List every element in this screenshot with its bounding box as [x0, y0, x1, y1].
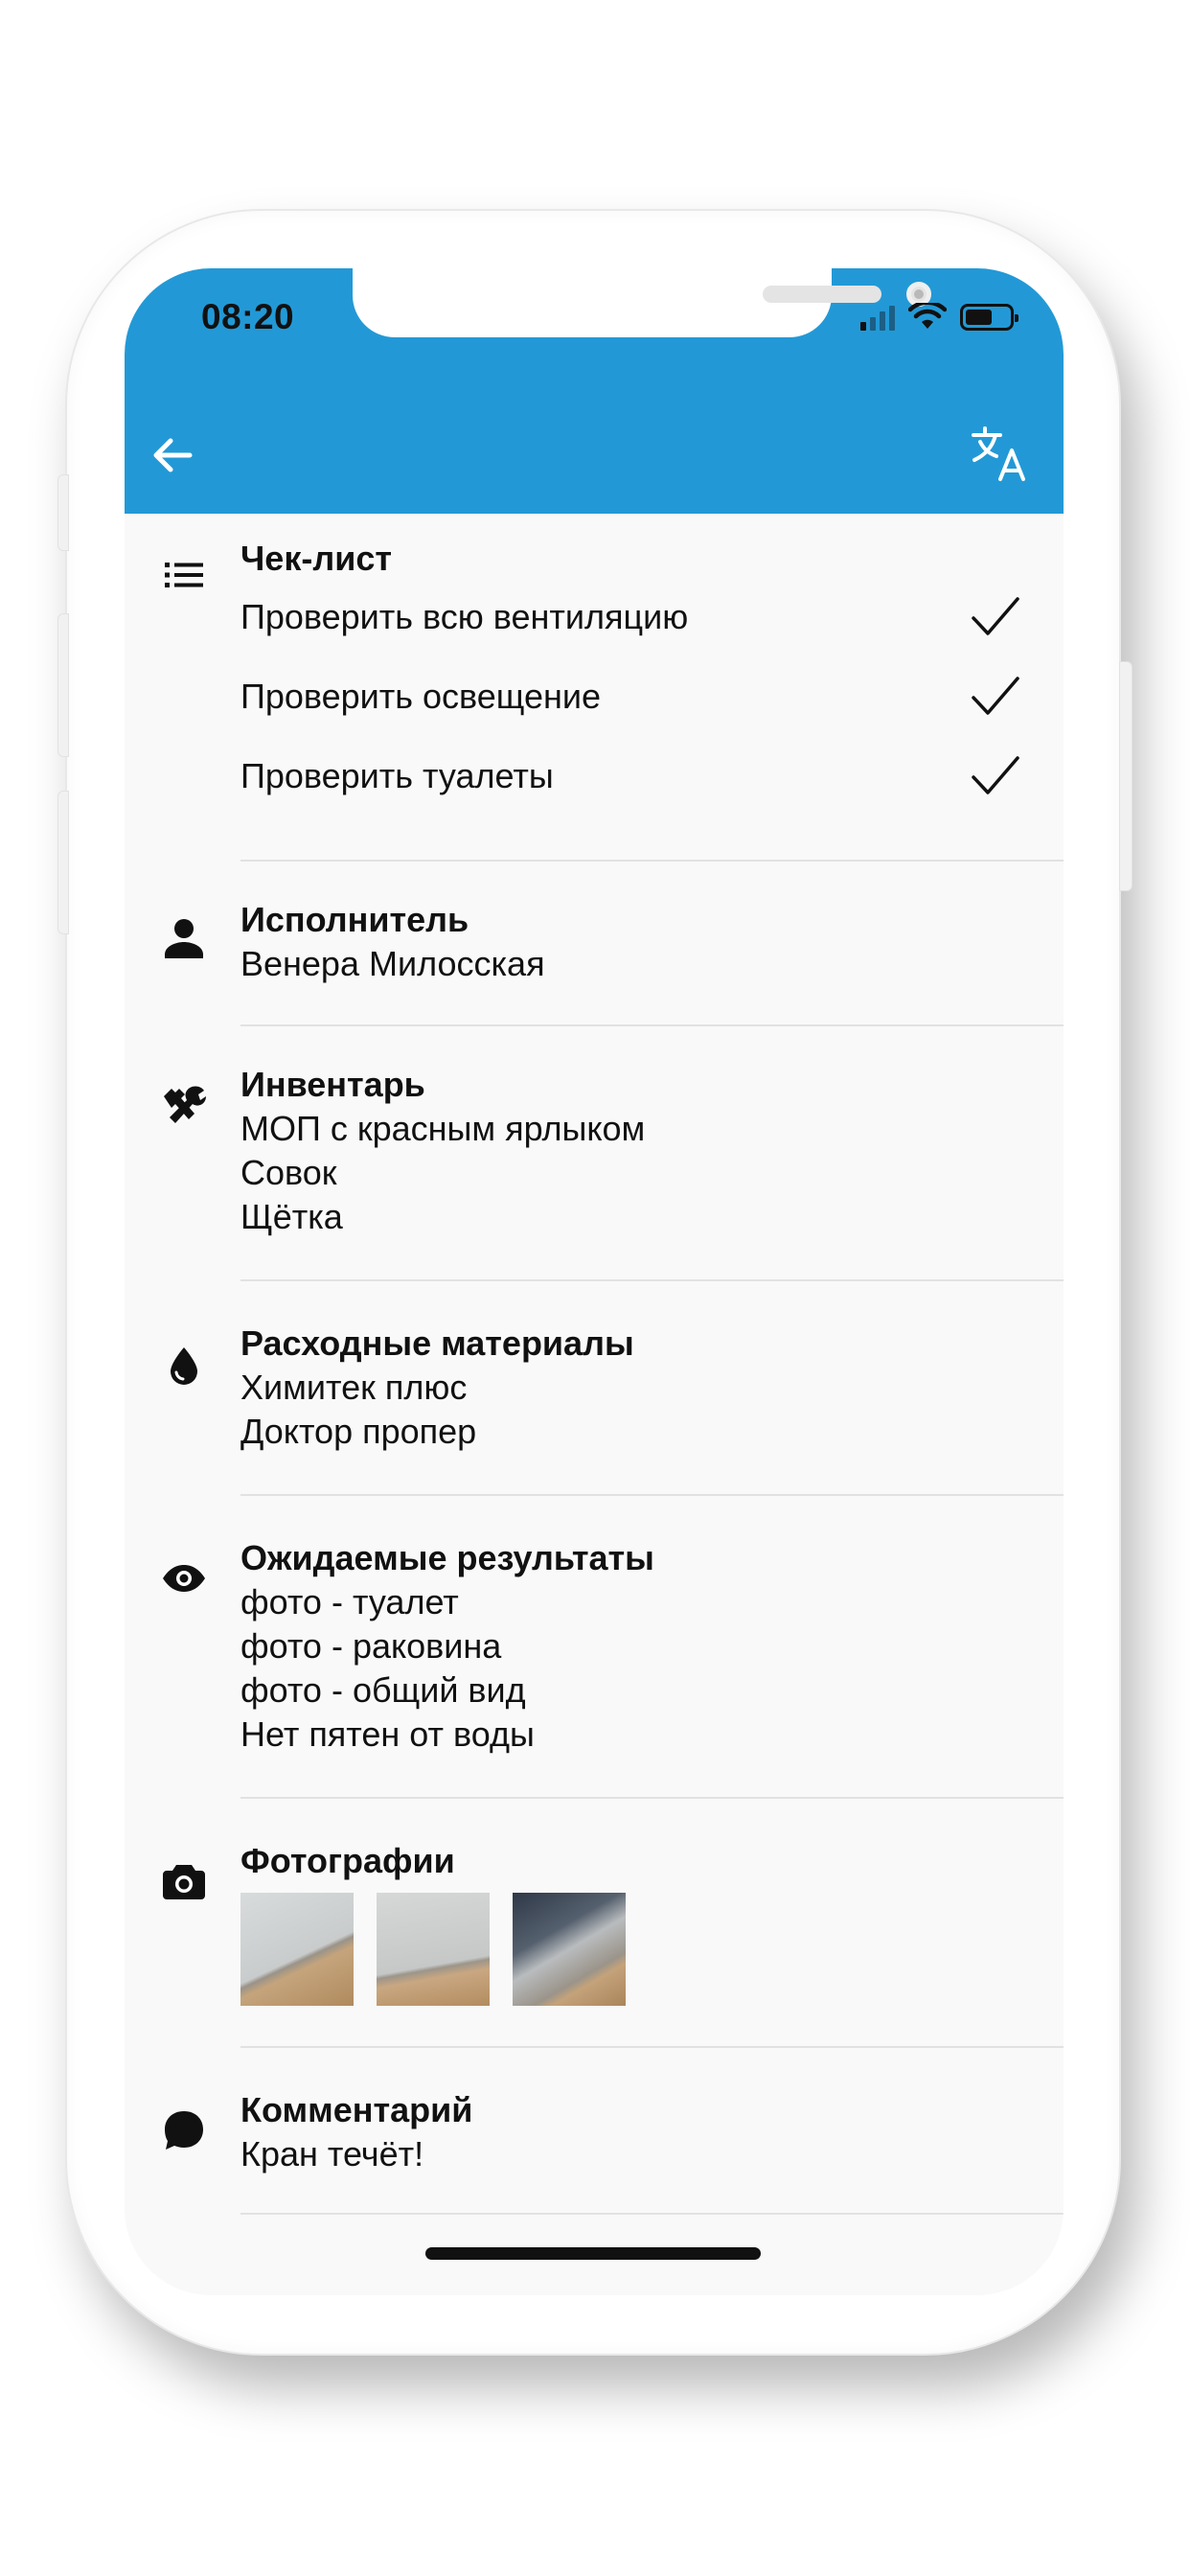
consumables-section: Расходные материалы Химитек плюс Доктор … — [125, 1281, 1064, 1494]
expected-results-title: Ожидаемые результаты — [240, 1538, 654, 1577]
eye-icon — [161, 1555, 207, 1601]
volume-up-button — [57, 613, 69, 757]
checkmark-icon — [972, 676, 1019, 715]
battery-icon — [960, 304, 1018, 331]
photo-thumbnail[interactable] — [240, 1893, 354, 2006]
comment-section: Комментарий Кран течёт! — [125, 2048, 1064, 2213]
expected-result-item: фото - раковина — [240, 1626, 502, 1666]
inventory-item: МОП с красным ярлыком — [240, 1109, 646, 1148]
app-header: 08:20 — [125, 268, 1064, 514]
expected-result-item: фото - общий вид — [240, 1670, 526, 1710]
comment-text: Кран течёт! — [240, 2134, 424, 2174]
cellular-signal-icon — [860, 304, 895, 331]
photos-section: Фотографии — [125, 1799, 1064, 2046]
task-details: Чек-лист Проверить всю вентиляцию Провер… — [125, 514, 1064, 2215]
checklist-item-label: Проверить всю вентиляцию — [240, 596, 689, 636]
person-icon — [161, 915, 207, 961]
wifi-icon — [908, 303, 947, 329]
translate-icon — [972, 426, 1025, 481]
photos-title: Фотографии — [240, 1841, 455, 1880]
volume-down-button — [57, 791, 69, 934]
photo-thumbnail[interactable] — [377, 1893, 490, 2006]
checklist-item[interactable]: Проверить туалеты — [240, 736, 1064, 816]
translate-button[interactable] — [968, 424, 1035, 487]
phone-screen: 08:20 Чек-лист Проверить всю вентиляцию … — [125, 268, 1064, 2295]
mute-switch — [57, 474, 69, 551]
checklist-title: Чек-лист — [240, 539, 392, 578]
inventory-title: Инвентарь — [240, 1065, 425, 1104]
consumable-item: Химитек плюс — [240, 1368, 468, 1407]
power-button — [1119, 661, 1133, 891]
assignee-name: Венера Милосская — [240, 944, 545, 983]
expected-result-item: фото - туалет — [240, 1582, 459, 1622]
status-icons — [860, 301, 1018, 334]
checklist-item[interactable]: Проверить всю вентиляцию — [240, 577, 1064, 656]
assignee-section: Исполнитель Венера Милосская — [125, 862, 1064, 1024]
drop-icon — [161, 1343, 207, 1389]
checklist-item-label: Проверить туалеты — [240, 755, 554, 795]
inventory-section: Инвентарь МОП с красным ярлыком Совок Щё… — [125, 1026, 1064, 1279]
divider — [240, 2213, 1064, 2215]
checkmark-icon — [972, 596, 1019, 635]
assignee-title: Исполнитель — [240, 900, 469, 939]
checklist-item[interactable]: Проверить освещение — [240, 656, 1064, 736]
consumables-title: Расходные материалы — [240, 1323, 634, 1363]
chat-bubble-icon — [161, 2107, 207, 2153]
list-icon — [161, 552, 207, 598]
notch — [353, 268, 931, 337]
tools-icon — [161, 1082, 207, 1128]
inventory-item: Щётка — [240, 1197, 343, 1236]
expected-result-item: Нет пятен от воды — [240, 1714, 535, 1754]
checklist-item-label: Проверить освещение — [240, 676, 602, 716]
photo-gallery — [240, 1893, 1064, 2006]
photo-thumbnail[interactable] — [513, 1893, 626, 2006]
checkmark-icon — [972, 755, 1019, 794]
arrow-left-icon — [153, 438, 193, 472]
consumable-item: Доктор пропер — [240, 1412, 477, 1451]
back-button[interactable] — [144, 426, 201, 484]
inventory-item: Совок — [240, 1153, 337, 1192]
status-time: 08:20 — [201, 297, 295, 336]
comment-title: Комментарий — [240, 2090, 473, 2129]
checklist-section: Чек-лист Проверить всю вентиляцию Провер… — [125, 514, 1064, 860]
home-indicator[interactable] — [425, 2247, 761, 2260]
camera-icon — [161, 1858, 207, 1904]
expected-results-section: Ожидаемые результаты фото - туалет фото … — [125, 1496, 1064, 1797]
